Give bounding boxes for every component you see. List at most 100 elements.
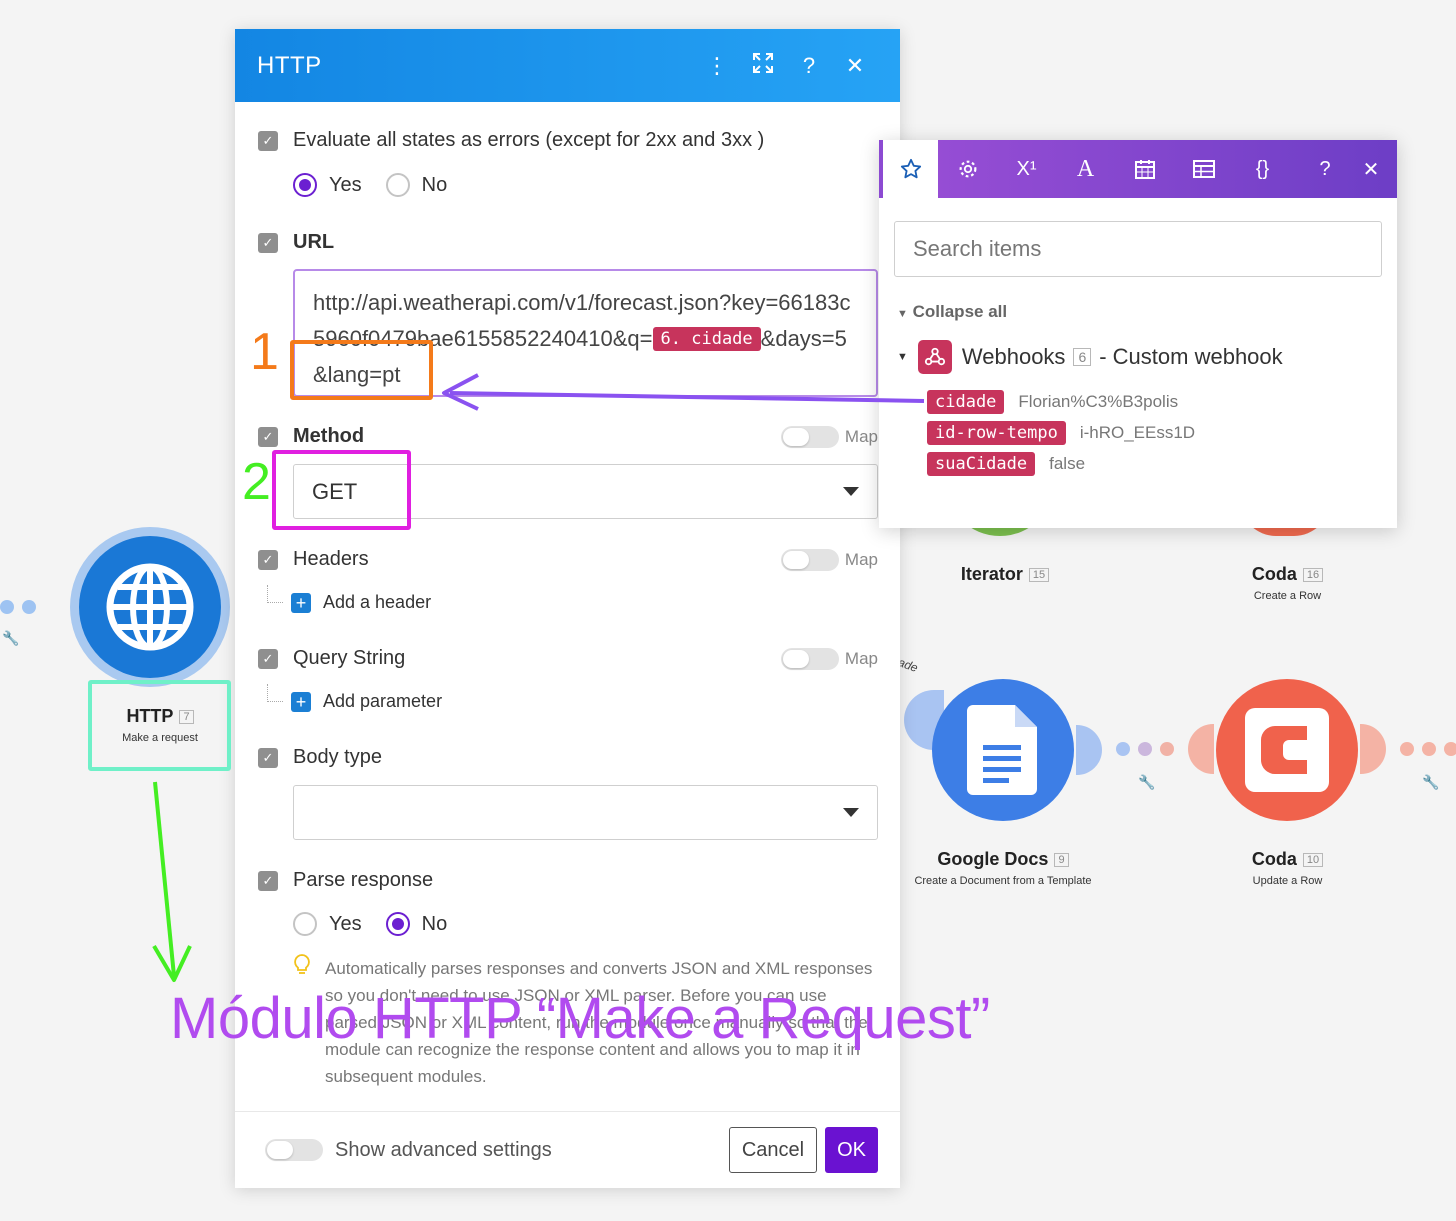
collapse-all-toggle[interactable]: ▼ Collapse all [897,302,1007,322]
braces-icon[interactable]: {} [1233,140,1292,198]
star-icon[interactable] [879,140,938,198]
module-iterator-label: Iterator 15 [930,564,1080,585]
connector-dot [1160,742,1174,756]
body-type-label: ✓ Body type [258,746,382,769]
module-coda-10-label: Coda 10 Update a Row [1215,849,1360,887]
help-icon[interactable]: ? [786,53,832,79]
table-icon[interactable] [1174,140,1233,198]
webhook-suffix: - Custom webhook [1099,344,1283,369]
item-key-pill[interactable]: id-row-tempo [927,421,1066,445]
module-id: 9 [1054,853,1069,867]
parse-yes-radio[interactable] [293,912,317,936]
method-label: ✓ Method [258,425,364,448]
item-value: i-hRO_EEss1D [1079,423,1196,442]
help-icon[interactable]: ? [1305,140,1345,198]
coda-icon [1245,708,1329,792]
triangle-down-icon: ▼ [897,351,908,363]
collapse-checkbox-icon[interactable]: ✓ [258,549,278,570]
evaluate-no-radio[interactable] [385,173,410,197]
parse-no-radio[interactable] [385,912,410,936]
triangle-down-icon: ▼ [897,308,908,320]
document-icon [967,705,1037,795]
map-label: Map [844,550,878,569]
parse-yes-label: Yes [329,912,362,935]
collapse-checkbox-icon[interactable]: ✓ [258,426,278,447]
superscript-icon[interactable]: X¹ [997,140,1056,198]
collapse-checkbox-icon[interactable]: ✓ [258,648,278,669]
annotation-box-http-module [88,680,231,771]
module-title: Coda [1251,564,1297,584]
dialog-footer: Show advanced settings Cancel OK [235,1111,900,1188]
module-coda-16-label: Coda 16 Create a Row [1215,564,1360,602]
evaluate-no-label: No [421,173,448,196]
query-string-label: ✓ Query String [258,647,405,670]
mapped-variable-pill[interactable]: 6. cidade [652,327,761,351]
map-switch[interactable] [780,426,839,448]
globe-icon [106,563,194,651]
advanced-settings-toggle[interactable]: Show advanced settings [265,1139,729,1162]
annotation-box-url-pill [290,340,433,400]
query-map-toggle[interactable]: Map [780,648,878,670]
evaluate-yes-radio[interactable] [293,173,317,197]
mapping-item[interactable]: id-row-tempo i-hRO_EEss1D [927,421,1195,445]
connector-dot [1444,742,1456,756]
close-icon[interactable]: ✕ [832,53,878,79]
advanced-switch[interactable] [265,1139,323,1161]
item-value: false [1049,454,1086,473]
evaluate-yes-label: Yes [329,173,362,196]
module-title: Google Docs [937,849,1049,869]
annotation-arrow-green [153,781,176,977]
ok-button[interactable]: OK [825,1127,878,1173]
chevron-down-icon [843,487,859,496]
connector-dot [22,600,36,614]
webhook-name: Webhooks [961,344,1066,369]
gear-icon[interactable] [938,140,997,198]
wrench-icon[interactable]: 🔧 [2,630,19,647]
search-items-input[interactable]: Search items [894,221,1382,277]
map-switch[interactable] [780,648,839,670]
mapping-item[interactable]: suaCidade false [927,452,1085,476]
connector-dot [1116,742,1130,756]
wrench-icon[interactable]: 🔧 [1138,774,1155,791]
map-label: Map [844,427,878,446]
module-circle[interactable] [79,536,221,678]
body-type-select[interactable] [293,785,878,840]
mapping-item[interactable]: cidade Florian%C3%B3polis [927,390,1178,414]
dialog-title: HTTP [257,51,322,79]
collapse-checkbox-icon[interactable]: ✓ [258,870,278,891]
map-switch[interactable] [780,549,839,571]
text-icon[interactable]: A [1056,140,1115,198]
plus-icon: + [291,691,311,712]
advanced-label: Show advanced settings [335,1138,552,1161]
expand-icon[interactable] [740,52,786,79]
item-key-pill[interactable]: suaCidade [927,452,1036,476]
calendar-icon[interactable] [1115,140,1174,198]
module-title: Iterator [960,564,1023,584]
add-parameter-button[interactable]: + Add parameter [291,691,442,712]
module-gdocs-circle[interactable] [932,679,1074,821]
close-icon[interactable]: ✕ [1345,140,1397,198]
connector-dot [1138,742,1152,756]
tree-connector [267,585,283,603]
webhook-source[interactable]: ▼ Webhooks 6 - Custom webhook [897,340,1283,374]
headers-map-toggle[interactable]: Map [780,549,878,571]
item-value: Florian%C3%B3polis [1018,392,1179,411]
method-map-toggle[interactable]: Map [780,426,878,448]
annotation-number-2: 2 [242,453,271,511]
item-key-pill[interactable]: cidade [927,390,1005,414]
annotation-caption: Módulo HTTP “Make a Request” [170,986,990,1051]
wrench-icon[interactable]: 🔧 [1422,774,1439,791]
module-title: Coda [1251,849,1297,869]
collapse-checkbox-icon[interactable]: ✓ [258,232,278,253]
add-header-button[interactable]: + Add a header [291,592,431,613]
evaluate-errors-radio-group: Yes No [293,173,471,197]
module-coda-circle[interactable] [1216,679,1358,821]
module-gdocs-halo-right [1076,725,1102,775]
collapse-checkbox-icon[interactable]: ✓ [258,747,278,768]
more-options-icon[interactable]: ⋮ [694,53,740,79]
mapping-tabs: X¹ A {} ? ✕ [879,140,1397,198]
collapse-checkbox-icon[interactable]: ✓ [258,130,278,151]
cancel-button[interactable]: Cancel [728,1127,818,1173]
evaluate-errors-label: ✓ Evaluate all states as errors (except … [258,129,764,152]
annotation-number-1: 1 [250,323,279,381]
